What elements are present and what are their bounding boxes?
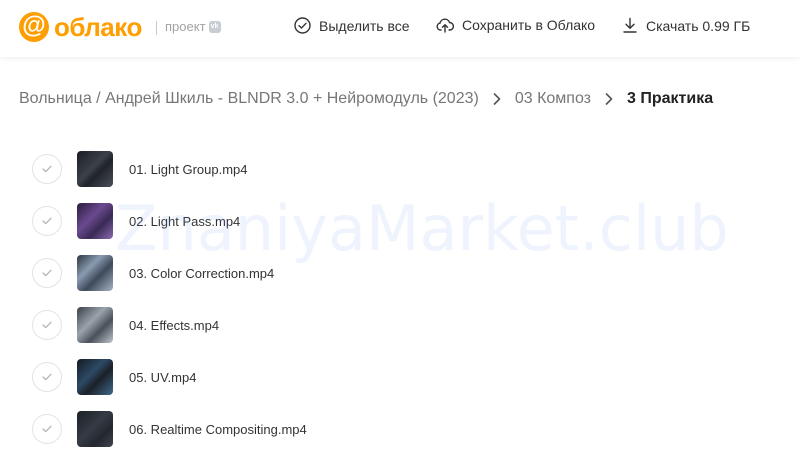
select-checkbox[interactable]: [32, 258, 62, 288]
select-checkbox[interactable]: [32, 414, 62, 444]
breadcrumb: Вольница / Андрей Шкиль - BLNDR 3.0 + Не…: [19, 90, 713, 108]
file-row[interactable]: 03. Color Correction.mp4: [0, 247, 800, 299]
chevron-right-icon: [605, 93, 613, 105]
file-row[interactable]: 02. Light Pass.mp4: [0, 195, 800, 247]
check-icon: [42, 425, 52, 433]
select-checkbox[interactable]: [32, 362, 62, 392]
select-all-button[interactable]: Выделить все: [294, 17, 410, 34]
chevron-right-icon: [493, 93, 501, 105]
file-name[interactable]: 06. Realtime Compositing.mp4: [129, 422, 307, 437]
logo-text: облако: [54, 12, 142, 42]
at-logo-icon: @: [19, 12, 49, 42]
file-row[interactable]: 06. Realtime Compositing.mp4: [0, 403, 800, 455]
logo[interactable]: @ облако: [19, 12, 142, 42]
select-checkbox[interactable]: [32, 206, 62, 236]
video-thumbnail[interactable]: [77, 255, 113, 291]
file-name[interactable]: 01. Light Group.mp4: [129, 162, 248, 177]
project-label: проект vk: [165, 19, 221, 34]
top-bar: @ облако проект vk Выделить все Сохранит…: [0, 0, 800, 57]
check-icon: [42, 165, 52, 173]
file-name[interactable]: 05. UV.mp4: [129, 370, 196, 385]
divider: [156, 21, 157, 35]
file-row[interactable]: 01. Light Group.mp4: [0, 143, 800, 195]
check-icon: [42, 373, 52, 381]
check-icon: [42, 269, 52, 277]
select-checkbox[interactable]: [32, 154, 62, 184]
video-thumbnail[interactable]: [77, 359, 113, 395]
download-label: Скачать 0.99 ГБ: [646, 17, 751, 34]
select-all-label: Выделить все: [319, 17, 410, 34]
check-circle-icon: [294, 17, 311, 34]
video-thumbnail[interactable]: [77, 151, 113, 187]
logo-mark-glyph: @: [22, 12, 46, 39]
download-icon: [623, 17, 637, 33]
video-thumbnail[interactable]: [77, 203, 113, 239]
file-row[interactable]: 05. UV.mp4: [0, 351, 800, 403]
video-thumbnail[interactable]: [77, 411, 113, 447]
file-name[interactable]: 02. Light Pass.mp4: [129, 214, 240, 229]
select-checkbox[interactable]: [32, 310, 62, 340]
video-thumbnail[interactable]: [77, 307, 113, 343]
download-button[interactable]: Скачать 0.99 ГБ: [622, 17, 750, 34]
check-icon: [42, 321, 52, 329]
save-to-cloud-button[interactable]: Сохранить в Облако: [436, 17, 595, 33]
save-to-cloud-label: Сохранить в Облако: [462, 17, 596, 33]
check-icon: [42, 217, 52, 225]
vk-badge-icon: vk: [208, 20, 221, 33]
project-text: проект: [165, 19, 206, 34]
breadcrumb-level2[interactable]: 03 Композ: [515, 90, 591, 108]
cloud-upload-icon: [436, 18, 454, 33]
file-name[interactable]: 03. Color Correction.mp4: [129, 266, 274, 281]
breadcrumb-current: 3 Практика: [627, 90, 714, 107]
file-name[interactable]: 04. Effects.mp4: [129, 318, 219, 333]
breadcrumb-root[interactable]: Вольница / Андрей Шкиль - BLNDR 3.0 + Не…: [19, 90, 479, 108]
file-row[interactable]: 04. Effects.mp4: [0, 299, 800, 351]
